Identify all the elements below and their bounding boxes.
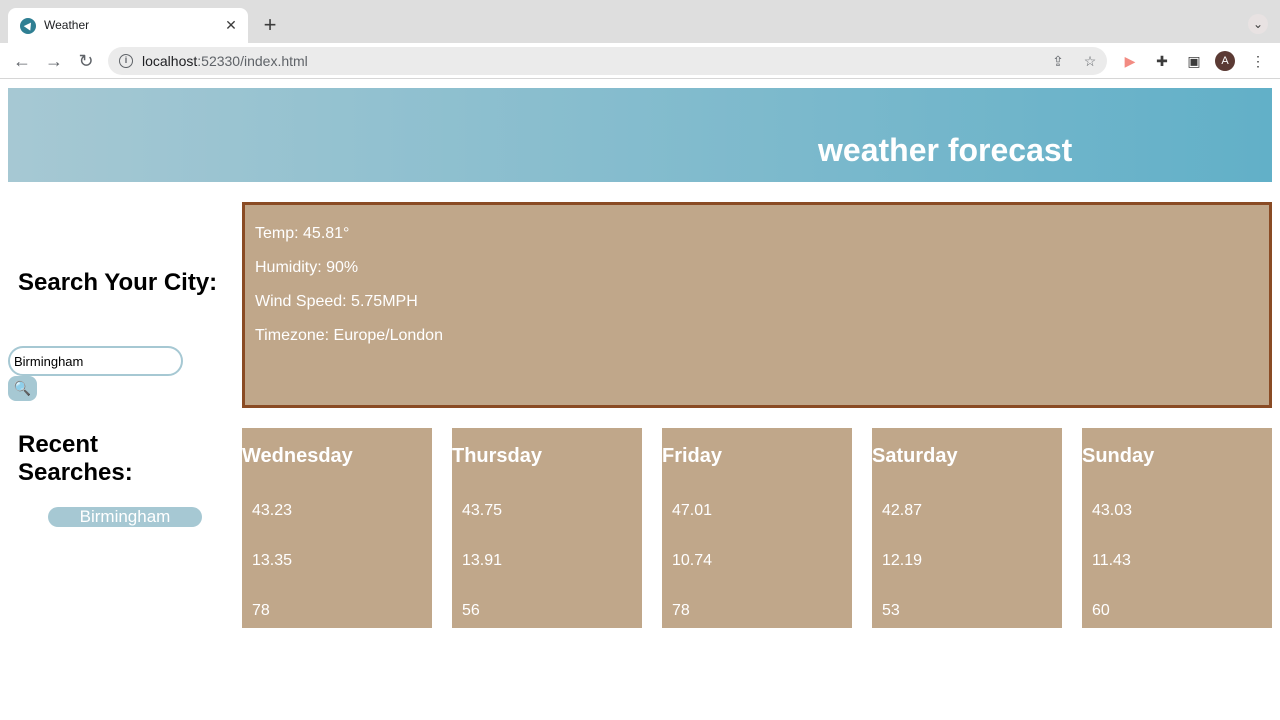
sidepanel-icon[interactable]: ▣: [1184, 51, 1204, 71]
browser-toolbar: ← → ↻ i localhost:52330/index.html ⇪ ☆ ▶…: [0, 43, 1280, 79]
forecast-value-1: 42.87: [882, 502, 923, 519]
forecast-value-1: 43.23: [252, 502, 293, 519]
current-timezone: Timezone: Europe/London: [255, 327, 443, 344]
share-icon[interactable]: ⇪: [1048, 51, 1068, 71]
forecast-card: Wednesday 43.23 13.35 78: [242, 428, 432, 628]
forecast-value-1: 43.75: [462, 502, 503, 519]
forecast-day: Thursday: [452, 445, 543, 467]
forecast-value-1: 47.01: [672, 502, 713, 519]
forward-icon[interactable]: →: [42, 49, 66, 73]
recent-heading: Recent Searches:: [18, 431, 133, 486]
forecast-card: Sunday 43.03 11.43 60: [1082, 428, 1272, 628]
browser-tabstrip: Weather ✕ + ⌄: [0, 0, 1280, 43]
search-icon: 🔍: [13, 380, 32, 396]
forecast-value-2: 13.35: [252, 552, 293, 569]
reload-icon[interactable]: ↻: [74, 49, 98, 73]
forecast-card: Saturday 42.87 12.19 53: [872, 428, 1062, 628]
close-tab-icon[interactable]: ✕: [222, 16, 240, 34]
info-icon[interactable]: i: [119, 54, 133, 68]
current-humidity: Humidity: 90%: [255, 259, 359, 276]
forecast-card: Thursday 43.75 13.91 56: [452, 428, 642, 628]
favicon-icon: [20, 18, 36, 34]
page-content: weather forecast Search Your City: 🔍 Rec…: [0, 80, 1280, 720]
current-temp: Temp: 45.81°: [255, 225, 350, 242]
header-banner: weather forecast: [8, 88, 1272, 182]
tab-title: Weather: [44, 18, 90, 32]
menu-icon[interactable]: ⋮: [1248, 51, 1268, 71]
forecast-value-3: 78: [672, 602, 690, 619]
forecast-day: Wednesday: [242, 445, 353, 467]
current-wind: Wind Speed: 5.75MPH: [255, 293, 418, 310]
star-icon[interactable]: ☆: [1080, 51, 1100, 71]
forecast-value-2: 13.91: [462, 552, 503, 569]
current-weather-panel: Temp: 45.81° Humidity: 90% Wind Speed: 5…: [242, 202, 1272, 408]
forecast-value-3: 56: [462, 602, 480, 619]
avatar[interactable]: A: [1215, 51, 1235, 71]
address-bar[interactable]: i localhost:52330/index.html ⇪ ☆: [108, 47, 1107, 75]
forecast-value-3: 53: [882, 602, 900, 619]
extension-icon[interactable]: ▶: [1120, 51, 1140, 71]
search-input[interactable]: [8, 346, 183, 376]
puzzle-icon[interactable]: ✚: [1152, 51, 1172, 71]
url-text[interactable]: localhost:52330/index.html: [142, 53, 308, 69]
recent-search-item[interactable]: Birmingham: [48, 507, 202, 527]
tab-search-button[interactable]: ⌄: [1248, 14, 1268, 34]
forecast-day: Saturday: [872, 445, 958, 467]
browser-tab[interactable]: Weather ✕: [8, 8, 248, 43]
forecast-value-3: 60: [1092, 602, 1110, 619]
search-button[interactable]: 🔍: [8, 376, 37, 401]
forecast-card: Friday 47.01 10.74 78: [662, 428, 852, 628]
forecast-value-2: 10.74: [672, 552, 713, 569]
forecast-value-2: 12.19: [882, 552, 923, 569]
search-heading: Search Your City:: [18, 269, 218, 296]
page-title: weather forecast: [818, 132, 1073, 168]
forecast-day: Friday: [662, 445, 723, 467]
forecast-value-2: 11.43: [1092, 552, 1131, 569]
forecast-value-3: 78: [252, 602, 270, 619]
forecast-day: Sunday: [1082, 445, 1155, 467]
back-icon[interactable]: ←: [10, 49, 34, 73]
new-tab-button[interactable]: +: [258, 14, 282, 38]
forecast-value-1: 43.03: [1092, 502, 1133, 519]
